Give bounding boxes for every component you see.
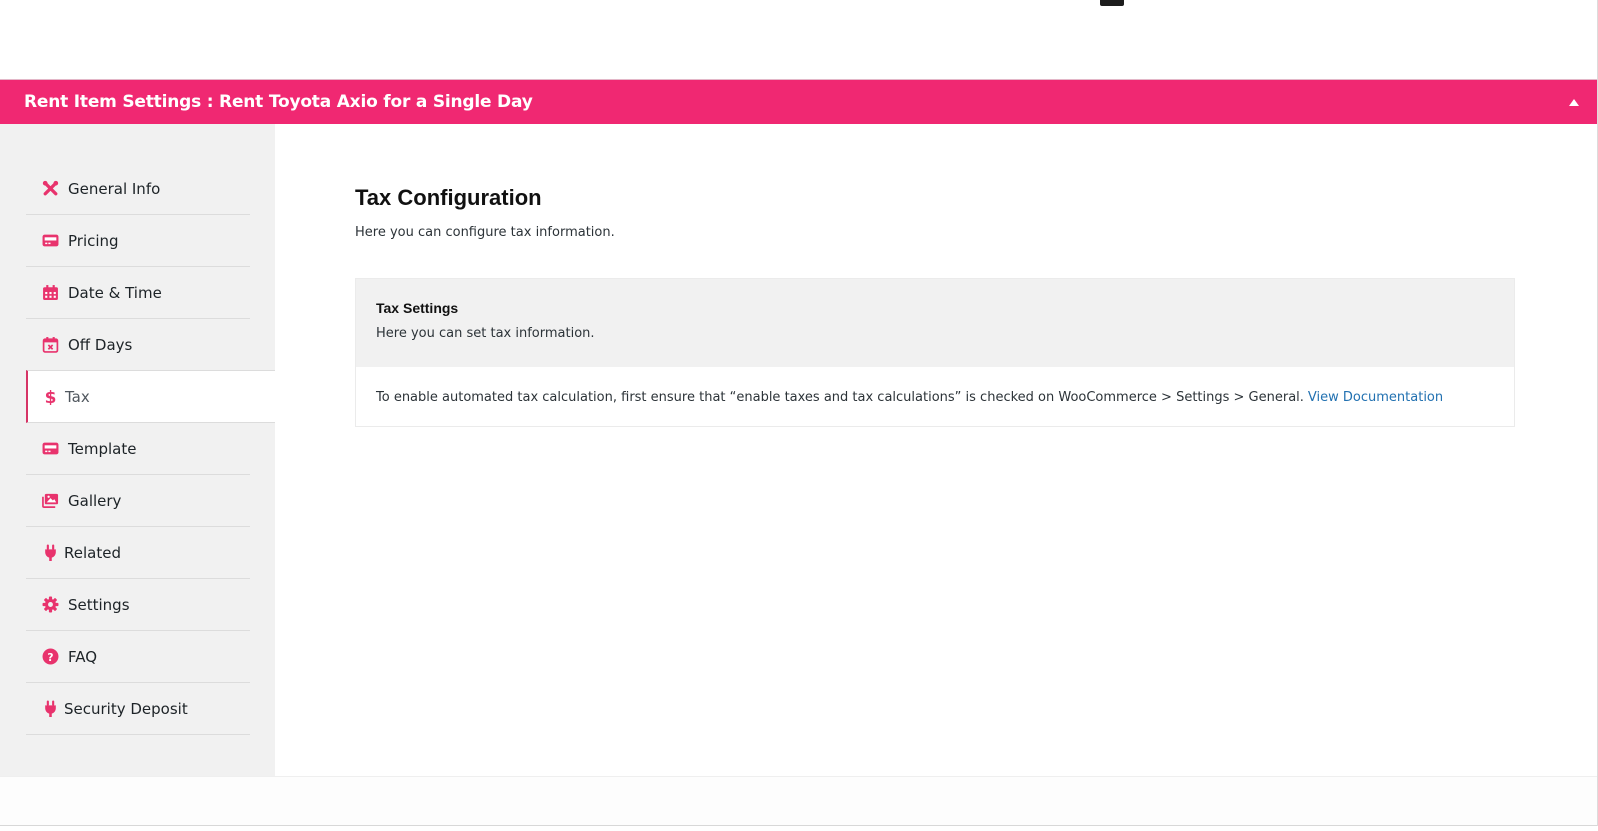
tax-configuration-section: Tax Configuration Here you can configure… bbox=[275, 124, 1597, 776]
tax-settings-title: Tax Settings bbox=[376, 300, 459, 316]
dollar-icon: $ bbox=[41, 388, 59, 406]
tax-settings-subtitle: Here you can set tax information. bbox=[376, 326, 595, 341]
gear-icon bbox=[41, 596, 59, 614]
images-icon bbox=[41, 492, 59, 510]
sidebar-item-pricing[interactable]: Pricing bbox=[26, 215, 250, 267]
sidebar-item-date-time[interactable]: Date & Time bbox=[26, 267, 250, 319]
sidebar-item-faq[interactable]: ? FAQ bbox=[26, 631, 250, 683]
sidebar-item-label: Gallery bbox=[68, 491, 122, 510]
sidebar-item-label: Off Days bbox=[68, 335, 133, 354]
calendar-x-icon bbox=[41, 336, 59, 354]
page-title: Tax Configuration bbox=[355, 185, 542, 210]
panel-header[interactable]: Rent Item Settings : Rent Toyota Axio fo… bbox=[0, 79, 1597, 124]
tax-settings-notice: To enable automated tax calculation, fir… bbox=[356, 367, 1514, 427]
toolbar-fragment bbox=[1100, 0, 1124, 6]
question-circle-icon: ? bbox=[41, 648, 59, 666]
plug-icon bbox=[41, 700, 59, 718]
panel-title: Rent Item Settings : Rent Toyota Axio fo… bbox=[24, 92, 533, 112]
svg-text:$: $ bbox=[44, 388, 56, 405]
settings-sidebar: General Info Pricing Date & Time Off Day… bbox=[0, 124, 275, 776]
svg-text:?: ? bbox=[47, 651, 53, 664]
card-icon bbox=[41, 232, 59, 250]
tax-settings-header: Tax Settings Here you can set tax inform… bbox=[356, 279, 1514, 367]
sidebar-item-settings[interactable]: Settings bbox=[26, 579, 250, 631]
rent-item-settings-panel: Rent Item Settings : Rent Toyota Axio fo… bbox=[0, 79, 1597, 826]
panel-footer bbox=[0, 776, 1597, 826]
tax-settings-card: Tax Settings Here you can set tax inform… bbox=[355, 278, 1515, 427]
sidebar-item-label: Template bbox=[68, 439, 137, 458]
sidebar-item-label: Tax bbox=[65, 387, 90, 406]
sidebar-item-off-days[interactable]: Off Days bbox=[26, 319, 250, 371]
sidebar-item-label: General Info bbox=[68, 179, 161, 198]
sidebar-item-label: Settings bbox=[68, 595, 130, 614]
page-description: Here you can configure tax information. bbox=[355, 225, 615, 240]
sidebar-item-label: Date & Time bbox=[68, 283, 162, 302]
sidebar-item-template[interactable]: Template bbox=[26, 423, 250, 475]
sidebar-item-tax[interactable]: $ Tax bbox=[26, 370, 275, 423]
tools-icon bbox=[41, 180, 59, 198]
notice-text: To enable automated tax calculation, fir… bbox=[376, 389, 1304, 405]
view-documentation-link[interactable]: View Documentation bbox=[1308, 390, 1443, 405]
sidebar-item-label: FAQ bbox=[68, 647, 98, 666]
sidebar-item-gallery[interactable]: Gallery bbox=[26, 475, 250, 527]
sidebar-item-security-deposit[interactable]: Security Deposit bbox=[26, 683, 250, 735]
sidebar-item-label: Pricing bbox=[68, 231, 119, 250]
calendar-icon bbox=[41, 284, 59, 302]
triangle-up-icon[interactable] bbox=[1568, 96, 1580, 108]
panel-body: General Info Pricing Date & Time Off Day… bbox=[0, 124, 1597, 776]
sidebar-item-related[interactable]: Related bbox=[26, 527, 250, 579]
sidebar-item-label: Related bbox=[64, 543, 121, 562]
sidebar-item-general-info[interactable]: General Info bbox=[26, 163, 250, 215]
card-icon bbox=[41, 440, 59, 458]
sidebar-item-label: Security Deposit bbox=[64, 699, 188, 718]
plug-icon bbox=[41, 544, 59, 562]
page-top-area bbox=[0, 0, 1598, 79]
